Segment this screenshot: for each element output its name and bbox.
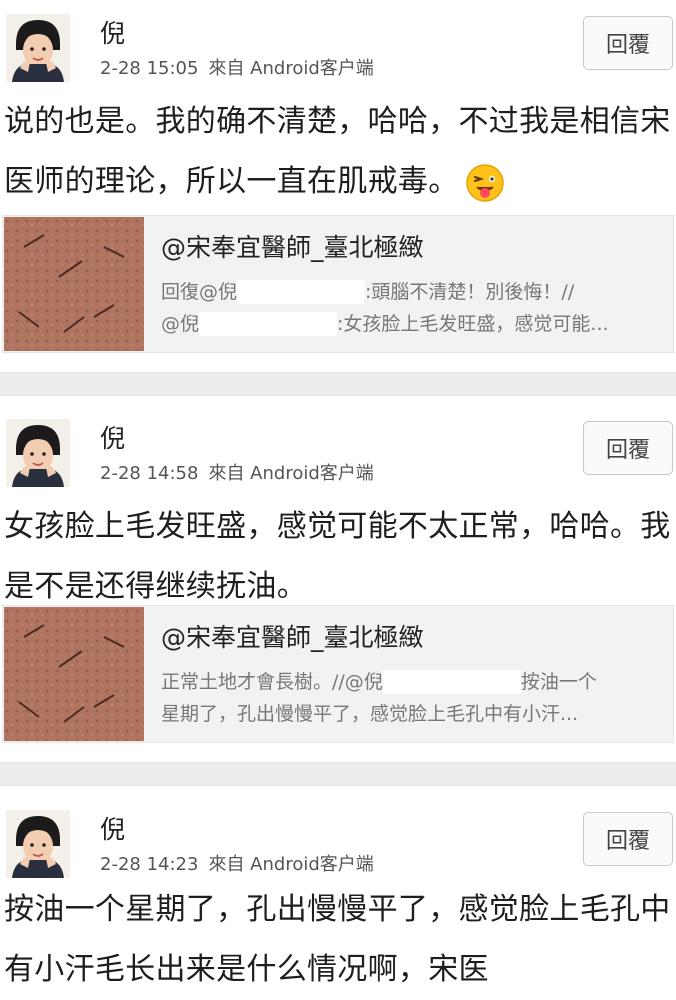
avatar-image xyxy=(6,14,70,82)
post-source: 來自 Android客户端 xyxy=(208,463,374,484)
quoted-post-thumbnail[interactable] xyxy=(4,607,144,741)
quoted-text-line1-a: 正常土地才會長樹。//@倪 xyxy=(161,671,383,693)
quoted-text-line1-b: :頭腦不清楚！別後悔！// xyxy=(365,281,575,303)
avatar[interactable] xyxy=(6,419,70,487)
quoted-author[interactable]: @宋奉宜醫師_臺北極緻 xyxy=(161,618,424,654)
quoted-post-thumbnail[interactable] xyxy=(4,217,144,351)
reply-button[interactable]: 回覆 xyxy=(583,421,673,475)
quoted-text-line1-a: 回復@倪 xyxy=(161,281,238,303)
post-text: 女孩脸上毛发旺盛，感觉可能不太正常，哈哈。我是不是还得继续抚油。 xyxy=(4,509,671,604)
post-meta: 2-28 15:05 來自 Android客户端 xyxy=(100,54,374,80)
post-time: 2-28 14:23 xyxy=(100,854,199,875)
post-time: 2-28 14:58 xyxy=(100,463,199,484)
post-meta: 2-28 14:58 來自 Android客户端 xyxy=(100,459,374,485)
quoted-text-line2-a: @倪 xyxy=(161,313,200,335)
post-meta: 2-28 14:23 來自 Android客户端 xyxy=(100,850,374,876)
avatar-image xyxy=(6,419,70,487)
post-time: 2-28 15:05 xyxy=(100,58,199,79)
post-text: 按油一个星期了，孔出慢慢平了，感觉脸上毛孔中有小汗毛长出来是什么情况啊，宋医 xyxy=(4,892,671,987)
quoted-post[interactable]: @宋奉宜醫師_臺北極緻 正常土地才會長樹。//@倪 按油一个 星期了，孔出慢慢平了… xyxy=(2,605,674,743)
quoted-text-line2-a: 星期了，孔出慢慢平了，感觉脸上毛孔中有小汗... xyxy=(161,703,579,725)
post-text: 说的也是。我的确不清楚，哈哈，不过我是相信宋医师的理论，所以一直在肌戒毒。 xyxy=(4,92,672,212)
redacted-block xyxy=(237,280,366,304)
tongue-out-emoji-icon xyxy=(465,163,505,203)
redacted-name xyxy=(140,20,310,42)
redacted-block xyxy=(382,670,521,694)
post-source: 來自 Android客户端 xyxy=(208,854,374,875)
post-separator xyxy=(0,372,676,396)
author-name[interactable]: 倪 xyxy=(100,810,125,846)
quoted-text-line2-b: :女孩脸上毛发旺盛，感觉可能... xyxy=(337,313,609,335)
reply-button[interactable]: 回覆 xyxy=(583,812,673,866)
quoted-text: 正常土地才會長樹。//@倪 按油一个 星期了，孔出慢慢平了，感觉脸上毛孔中有小汗.… xyxy=(161,666,665,730)
reply-button[interactable]: 回覆 xyxy=(583,16,673,70)
quoted-post[interactable]: @宋奉宜醫師_臺北極緻 回復@倪 :頭腦不清楚！別後悔！// @倪 :女孩脸上毛发旺… xyxy=(2,215,674,353)
post-text-content: 说的也是。我的确不清楚，哈哈，不过我是相信宋医师的理论，所以一直在肌戒毒。 xyxy=(4,104,671,199)
quoted-text-line1-b: 按油一个 xyxy=(520,671,597,693)
post-separator xyxy=(0,762,676,786)
quoted-text: 回復@倪 :頭腦不清楚！別後悔！// @倪 :女孩脸上毛发旺盛，感觉可能... xyxy=(161,276,665,340)
avatar[interactable] xyxy=(6,14,70,82)
redacted-block xyxy=(199,312,338,336)
post-source: 來自 Android客户端 xyxy=(208,58,374,79)
quoted-author[interactable]: @宋奉宜醫師_臺北極緻 xyxy=(161,228,424,264)
avatar[interactable] xyxy=(6,810,70,878)
avatar-image xyxy=(6,810,70,878)
author-name[interactable]: 倪 xyxy=(100,14,125,50)
author-name[interactable]: 倪 xyxy=(100,419,125,455)
